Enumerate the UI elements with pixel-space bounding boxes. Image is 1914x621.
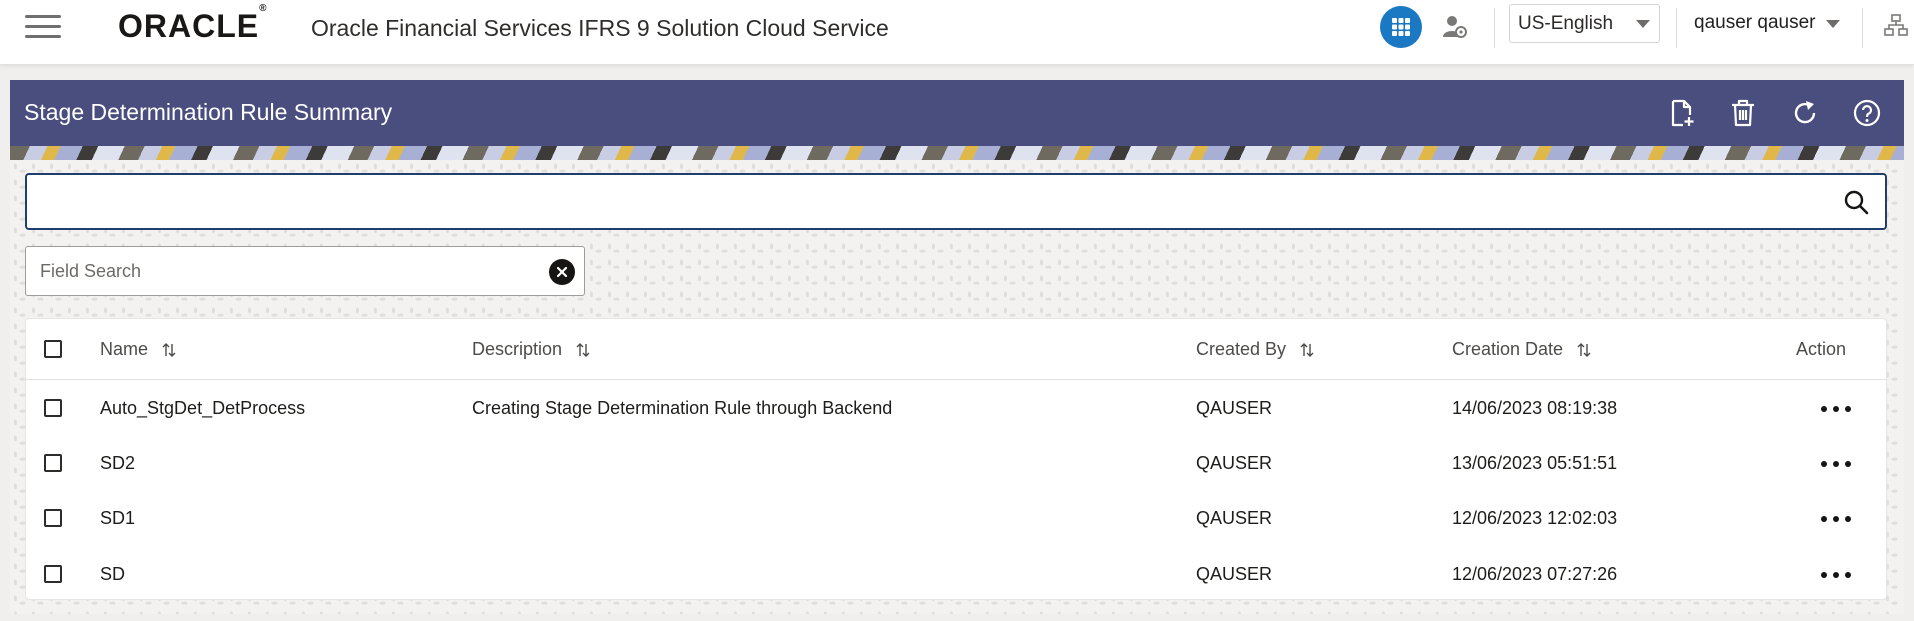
cell-created-by: QAUSER <box>1196 398 1273 418</box>
user-menu[interactable]: qauser qauser <box>1694 12 1840 34</box>
close-icon <box>556 266 568 278</box>
top-header: ORACLE® Oracle Financial Services IFRS 9… <box>0 0 1914 65</box>
sort-icon[interactable] <box>162 342 176 358</box>
cell-creation-date: 14/06/2023 08:19:38 <box>1452 398 1618 418</box>
search-icon[interactable] <box>1843 189 1869 215</box>
cell-description: Creating Stage Determination Rule throug… <box>472 398 893 418</box>
table-header-row: Name Description Created By Creation Dat… <box>26 319 1886 380</box>
cell-name: SD2 <box>100 453 136 473</box>
panel-header: Stage Determination Rule Summary <box>10 80 1904 146</box>
apps-grid-button[interactable] <box>1380 6 1422 48</box>
cell-name: Auto_StgDet_DetProcess <box>100 398 306 418</box>
field-search-input[interactable] <box>26 247 522 295</box>
language-select[interactable]: US-English <box>1509 4 1660 43</box>
column-header-creation-date[interactable]: Creation Date <box>1452 339 1591 360</box>
cell-name: SD1 <box>100 508 136 528</box>
more-actions-icon[interactable] <box>1821 569 1851 581</box>
field-search[interactable] <box>25 246 585 296</box>
header-divider <box>1676 8 1677 48</box>
table-row[interactable]: Auto_StgDet_DetProcess Creating Stage De… <box>26 381 1886 436</box>
chevron-down-icon <box>1826 20 1840 28</box>
search-input[interactable] <box>27 175 1821 230</box>
refresh-icon[interactable] <box>1790 98 1820 128</box>
row-checkbox[interactable] <box>44 399 62 417</box>
table-row[interactable]: SD2 QAUSER 13/06/2023 05:51:51 <box>26 436 1886 491</box>
column-header-created-by[interactable]: Created By <box>1196 339 1314 360</box>
user-settings-icon[interactable] <box>1442 13 1468 39</box>
oracle-logo: ORACLE® <box>118 3 268 44</box>
page-title: Stage Determination Rule Summary <box>24 99 393 125</box>
cell-created-by: QAUSER <box>1196 564 1273 584</box>
help-icon[interactable] <box>1852 98 1882 128</box>
table-row[interactable]: SD QAUSER 12/06/2023 07:27:26 <box>26 547 1886 602</box>
cell-creation-date: 12/06/2023 07:27:26 <box>1452 564 1618 584</box>
hierarchy-icon[interactable] <box>1884 13 1908 37</box>
cell-created-by: QAUSER <box>1196 453 1273 473</box>
rules-table: Name Description Created By Creation Dat… <box>25 318 1887 600</box>
more-actions-icon[interactable] <box>1821 403 1851 415</box>
language-value: US-English <box>1518 12 1614 34</box>
hamburger-menu-icon[interactable] <box>25 15 61 43</box>
cell-creation-date: 12/06/2023 12:02:03 <box>1452 508 1618 528</box>
chevron-down-icon <box>1636 20 1650 28</box>
sort-icon[interactable] <box>1300 342 1314 358</box>
user-name: qauser qauser <box>1694 12 1816 33</box>
delete-icon[interactable] <box>1728 98 1758 128</box>
more-actions-icon[interactable] <box>1821 458 1851 470</box>
app-title: Oracle Financial Services IFRS 9 Solutio… <box>311 15 889 41</box>
summary-panel: Stage Determination Rule Summary Field S… <box>10 80 1904 614</box>
cell-creation-date: 13/06/2023 05:51:51 <box>1452 453 1618 473</box>
more-actions-icon[interactable] <box>1821 513 1851 525</box>
column-header-name[interactable]: Name <box>100 339 176 360</box>
sort-icon[interactable] <box>576 342 590 358</box>
cell-name: SD <box>100 564 126 584</box>
select-all-checkbox[interactable] <box>44 340 62 358</box>
row-checkbox[interactable] <box>44 565 62 583</box>
clear-icon[interactable] <box>549 259 575 285</box>
header-divider <box>1862 8 1863 48</box>
grid-apps-icon <box>1392 18 1410 36</box>
row-checkbox[interactable] <box>44 454 62 472</box>
decorative-banner <box>10 146 1904 160</box>
table-row[interactable]: SD1 QAUSER 12/06/2023 12:02:03 <box>26 491 1886 546</box>
add-document-icon[interactable] <box>1667 98 1697 128</box>
cell-created-by: QAUSER <box>1196 508 1273 528</box>
header-divider <box>1494 8 1495 48</box>
column-header-action: Action <box>1796 339 1847 359</box>
search-bar[interactable] <box>25 173 1887 230</box>
row-checkbox[interactable] <box>44 509 62 527</box>
sort-icon[interactable] <box>1577 342 1591 358</box>
column-header-description[interactable]: Description <box>472 339 590 360</box>
